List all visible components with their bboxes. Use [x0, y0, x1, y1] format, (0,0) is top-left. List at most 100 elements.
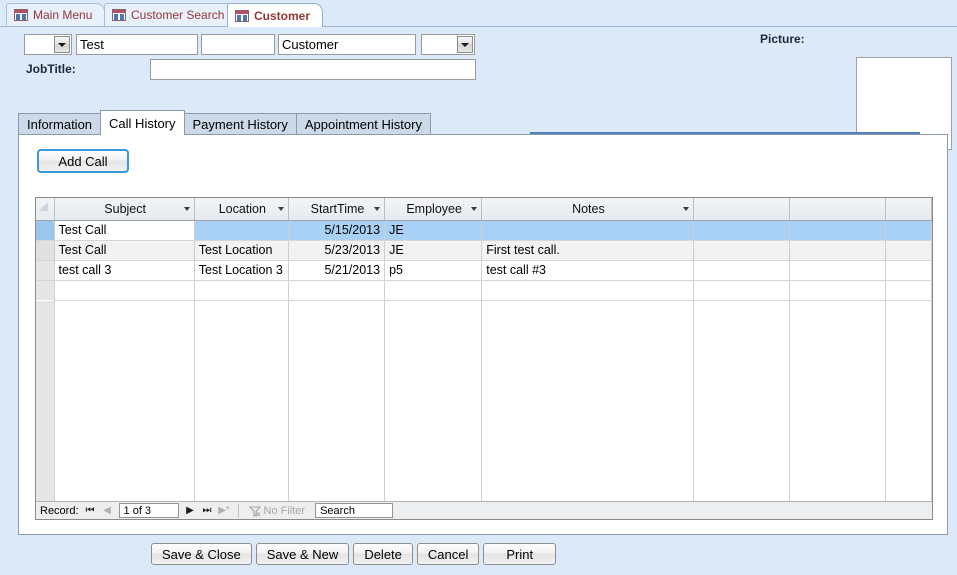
title-combo[interactable]: [24, 34, 72, 55]
column-header-employee[interactable]: Employee: [385, 198, 482, 220]
jobtitle-label: JobTitle:: [26, 62, 76, 76]
cell-empty: [288, 280, 384, 300]
table-row[interactable]: Test Call Test Location 5/23/2013 JE Fir…: [36, 240, 932, 260]
cell-notes[interactable]: [482, 220, 693, 240]
add-call-button[interactable]: Add Call: [37, 149, 129, 173]
previous-record-icon[interactable]: ◀: [100, 503, 115, 518]
table-row[interactable]: Test Call 5/15/2013 JE: [36, 220, 932, 240]
cell-employee[interactable]: JE: [385, 220, 482, 240]
chevron-down-icon[interactable]: [457, 36, 473, 53]
suffix-combo[interactable]: [421, 34, 475, 55]
cell-empty: [482, 300, 693, 501]
record-label: Record:: [40, 505, 79, 517]
cell-location[interactable]: Test Location: [194, 240, 288, 260]
new-record-icon[interactable]: ▶*: [217, 503, 232, 518]
cell-empty-3: [885, 220, 931, 240]
table-row[interactable]: test call 3 Test Location 3 5/21/2013 p5…: [36, 260, 932, 280]
cell-empty: [885, 300, 931, 501]
search-input[interactable]: Search: [315, 503, 393, 518]
first-name-value: Test: [80, 37, 104, 52]
cell-employee[interactable]: JE: [385, 240, 482, 260]
row-selector[interactable]: [36, 240, 54, 260]
chevron-down-icon[interactable]: [54, 36, 70, 53]
print-button[interactable]: Print: [483, 543, 556, 565]
last-name-value: Customer: [282, 37, 338, 52]
row-selector[interactable]: [36, 260, 54, 280]
tab-call-history[interactable]: Call History: [100, 110, 184, 135]
datasheet-table: Subject Location: [36, 198, 932, 501]
cell-subject[interactable]: Test Call: [54, 240, 194, 260]
column-label: Location: [219, 202, 266, 216]
document-tab-label: Main Menu: [33, 8, 92, 22]
column-header-location[interactable]: Location: [194, 198, 288, 220]
row-selector[interactable]: [36, 220, 54, 240]
document-tab-customer-search[interactable]: Customer Search: [104, 3, 237, 26]
cell-empty: [288, 300, 384, 501]
last-record-icon[interactable]: ⏭: [200, 503, 215, 518]
cell-empty: [54, 300, 194, 501]
cell-starttime[interactable]: 5/21/2013: [288, 260, 384, 280]
button-label: Delete: [364, 547, 402, 562]
cell-subject[interactable]: test call 3: [54, 260, 194, 280]
chevron-down-icon[interactable]: [683, 207, 689, 211]
document-tab-bar: Main Menu Customer Search Customer: [0, 0, 957, 27]
next-record-icon[interactable]: ▶: [183, 503, 198, 518]
cell-location[interactable]: [194, 220, 288, 240]
cell-starttime[interactable]: 5/23/2013: [288, 240, 384, 260]
empty-row: [36, 300, 932, 501]
chevron-down-icon[interactable]: [374, 207, 380, 211]
tab-strip: Information Call History Payment History…: [18, 110, 430, 135]
column-header-empty-3: [885, 198, 931, 220]
column-header-empty-2: [789, 198, 885, 220]
document-tab-main-menu[interactable]: Main Menu: [6, 3, 105, 26]
cell-empty-3: [885, 260, 931, 280]
cell-starttime[interactable]: 5/15/2013: [288, 220, 384, 240]
column-header-notes[interactable]: Notes: [482, 198, 693, 220]
filter-label: No Filter: [264, 505, 306, 517]
tab-payment-history[interactable]: Payment History: [184, 113, 297, 135]
cell-subject[interactable]: Test Call: [54, 220, 194, 240]
tab-information[interactable]: Information: [18, 113, 101, 135]
cancel-button[interactable]: Cancel: [417, 543, 479, 565]
record-navigator: Record: ⏮ ◀ 1 of 3 ▶ ⏭ ▶* No Filter: [36, 501, 932, 519]
cell-empty: [789, 280, 885, 300]
chevron-down-icon[interactable]: [184, 207, 190, 211]
column-header-starttime[interactable]: StartTime: [288, 198, 384, 220]
cell-empty: [885, 280, 931, 300]
document-tab-customer[interactable]: Customer: [227, 3, 323, 27]
save-and-new-button[interactable]: Save & New: [256, 543, 350, 565]
picture-label: Picture:: [760, 32, 805, 46]
empty-row: [36, 280, 932, 300]
cell-empty: [385, 300, 482, 501]
middle-name-field[interactable]: [201, 34, 275, 55]
cell-empty: [194, 280, 288, 300]
button-label: Save & New: [267, 547, 339, 562]
select-all-corner[interactable]: [36, 198, 54, 220]
filter-toggle[interactable]: No Filter: [245, 505, 310, 517]
tab-label: Appointment History: [305, 117, 422, 132]
tab-appointment-history[interactable]: Appointment History: [296, 113, 431, 135]
cell-notes[interactable]: First test call.: [482, 240, 693, 260]
record-position-input[interactable]: 1 of 3: [119, 503, 179, 518]
jobtitle-field[interactable]: [150, 59, 476, 80]
datasheet-header-row: Subject Location: [36, 198, 932, 220]
cell-employee[interactable]: p5: [385, 260, 482, 280]
cell-notes[interactable]: test call #3: [482, 260, 693, 280]
column-header-subject[interactable]: Subject: [54, 198, 194, 220]
row-selector: [36, 280, 54, 300]
chevron-down-icon[interactable]: [278, 207, 284, 211]
document-tab-label: Customer Search: [131, 8, 224, 22]
datasheet-scroll-area[interactable]: Subject Location: [36, 198, 932, 501]
delete-button[interactable]: Delete: [353, 543, 413, 565]
first-record-icon[interactable]: ⏮: [83, 503, 98, 518]
cell-empty-2: [789, 260, 885, 280]
save-and-close-button[interactable]: Save & Close: [151, 543, 252, 565]
call-history-datasheet: Subject Location: [35, 197, 933, 520]
tab-control: Information Call History Payment History…: [18, 110, 948, 535]
cell-location[interactable]: Test Location 3: [194, 260, 288, 280]
row-selector: [36, 300, 54, 501]
chevron-down-icon[interactable]: [471, 207, 477, 211]
first-name-field[interactable]: Test: [76, 34, 198, 55]
last-name-field[interactable]: Customer: [278, 34, 416, 55]
cell-empty-2: [789, 240, 885, 260]
